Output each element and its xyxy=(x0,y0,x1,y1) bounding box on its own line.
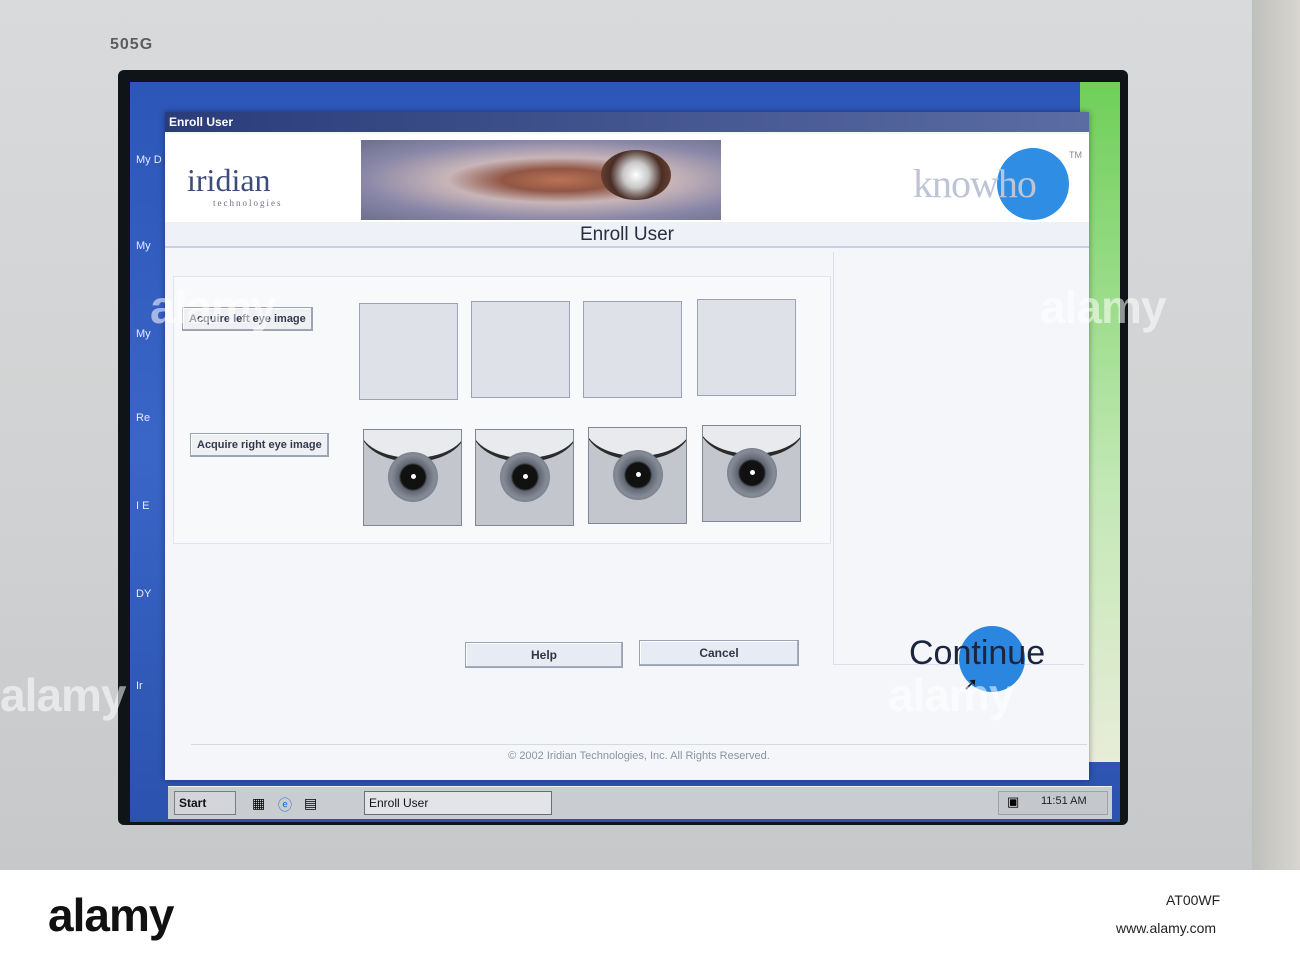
left-eye-slot xyxy=(583,301,682,398)
iris-icon xyxy=(613,450,663,500)
banner: iridian technologies knowho TM xyxy=(165,134,1089,222)
glint xyxy=(750,470,755,475)
iris-icon xyxy=(388,452,438,502)
watermark: alamy xyxy=(150,281,276,333)
acquire-right-eye-button[interactable]: Acquire right eye image xyxy=(190,433,329,457)
glint xyxy=(411,474,416,479)
monitor-model-label: 505G xyxy=(110,36,154,53)
cancel-button[interactable]: Cancel xyxy=(639,640,799,666)
watermark: alamy xyxy=(888,669,1014,721)
right-eye-image xyxy=(363,429,462,526)
outlook-icon[interactable]: ▤ xyxy=(304,795,317,812)
stock-image-id: AT00WF xyxy=(1166,892,1221,908)
window-title[interactable]: Enroll User xyxy=(165,112,1089,132)
right-eye-image xyxy=(475,429,574,526)
stock-url: www.alamy.com xyxy=(1116,920,1217,936)
desktop-icon-label[interactable]: My D xyxy=(136,154,162,166)
iris-icon xyxy=(500,452,550,502)
iridian-logo-subtitle: technologies xyxy=(213,198,283,208)
clock[interactable]: 11:51 AM xyxy=(1041,795,1087,807)
right-eye-image xyxy=(588,427,687,524)
trademark-mark: TM xyxy=(1069,150,1082,160)
banner-eye-image xyxy=(361,140,721,220)
taskbar-enroll-user[interactable]: Enroll User xyxy=(364,791,552,815)
eye-icon xyxy=(601,150,671,200)
help-button[interactable]: Help xyxy=(465,642,623,668)
glint xyxy=(523,474,528,479)
glint xyxy=(636,472,641,477)
desktop-icon-label[interactable]: Re xyxy=(136,412,150,424)
knowho-logo: knowho TM xyxy=(909,148,1082,220)
desktop-icon-label[interactable]: My xyxy=(136,240,151,252)
alamy-logo: alamy xyxy=(48,889,174,941)
desktop-icon-label[interactable]: My xyxy=(136,328,151,340)
right-eye-image xyxy=(702,425,801,522)
left-eye-slot xyxy=(359,303,458,400)
copyright-footer: © 2002 Iridian Technologies, Inc. All Ri… xyxy=(191,744,1087,771)
left-eye-slot xyxy=(471,301,570,398)
heading-bar: Enroll User xyxy=(165,222,1089,248)
watermark: alamy xyxy=(0,669,126,721)
background-wall xyxy=(1252,0,1300,870)
system-tray: ▣ 11:51 AM xyxy=(998,791,1108,815)
taskbar: Start ▦ ⓔ ▤ Enroll User ▣ 11:51 AM xyxy=(168,786,1112,819)
network-icon[interactable]: ▣ xyxy=(1007,794,1019,810)
knowho-logo-text: knowho xyxy=(913,161,1037,206)
stock-footer xyxy=(0,870,1300,959)
left-eye-slot xyxy=(697,299,796,396)
desktop-icon-label[interactable]: I E xyxy=(136,500,149,512)
start-button[interactable]: Start xyxy=(174,791,236,815)
desktop-icon-label[interactable]: DY xyxy=(136,588,151,600)
show-desktop-icon[interactable]: ▦ xyxy=(252,795,265,812)
watermark: alamy xyxy=(1040,281,1166,333)
internet-explorer-icon[interactable]: ⓔ xyxy=(278,795,292,815)
desktop-icon-label[interactable]: Ir xyxy=(136,680,143,692)
iris-icon xyxy=(727,448,777,498)
iridian-logo: iridian xyxy=(187,162,271,198)
page-title: Enroll User xyxy=(580,224,674,245)
